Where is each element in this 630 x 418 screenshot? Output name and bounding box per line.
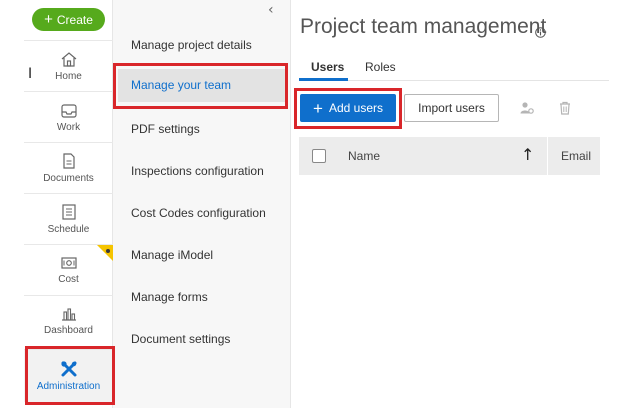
rail-item-documents[interactable]: Documents (24, 142, 113, 193)
column-header-email[interactable]: Email (561, 149, 591, 163)
add-users-label: Add users (328, 101, 383, 115)
rail-item-cost[interactable]: Cost (24, 244, 113, 295)
menu-item-cost-codes-configuration[interactable]: Cost Codes configuration (131, 206, 266, 220)
add-users-button[interactable]: + Add users (300, 94, 396, 122)
work-inbox-icon (60, 103, 77, 118)
menu-item-manage-your-team[interactable]: Manage your team (118, 69, 285, 102)
menu-item-manage-forms[interactable]: Manage forms (131, 290, 208, 304)
tab-users[interactable]: Users (311, 60, 344, 74)
select-all-checkbox[interactable] (312, 149, 326, 163)
user-settings-button[interactable] (512, 94, 541, 122)
dashboard-icon (61, 308, 76, 321)
collapse-chevron-icon[interactable]: ‹ (268, 2, 274, 18)
module-rail: + Create Home Work Documents Schedule Co… (24, 0, 113, 408)
menu-item-manage-project-details[interactable]: Manage project details (131, 38, 252, 52)
rail-item-label: Work (56, 121, 81, 133)
delete-button[interactable] (550, 94, 579, 122)
rail-item-dashboard[interactable]: Dashboard (24, 295, 113, 346)
menu-item-pdf-settings[interactable]: PDF settings (131, 122, 200, 136)
page-title: Project team management (300, 15, 547, 38)
rail-item-label: Dashboard (44, 325, 93, 336)
home-icon (61, 51, 76, 67)
admin-menu: Manage project details Manage your team … (113, 0, 291, 408)
column-divider (547, 137, 548, 175)
cost-icon (60, 257, 77, 269)
tab-bar: Users Roles (299, 56, 609, 81)
user-gear-icon (520, 102, 534, 114)
tab-roles[interactable]: Roles (365, 60, 396, 74)
schedule-icon (61, 204, 76, 220)
plus-icon: + (44, 11, 53, 28)
menu-item-manage-imodel[interactable]: Manage iModel (131, 248, 213, 262)
active-tab-indicator (299, 78, 348, 81)
rail-item-label: Documents (43, 173, 94, 184)
rail-item-label: Administration (36, 381, 101, 392)
rail-item-label: Schedule (47, 224, 90, 235)
text-cursor-icon: I (28, 66, 33, 82)
document-icon (62, 153, 75, 169)
rail-item-home[interactable]: Home (24, 40, 113, 91)
table-header: Name ↑ Email (299, 137, 600, 175)
notification-badge (97, 245, 113, 261)
menu-item-inspections-configuration[interactable]: Inspections configuration (131, 164, 264, 178)
create-button-label: Create (56, 12, 93, 27)
plus-icon: + (313, 98, 323, 118)
rail-item-work[interactable]: Work (24, 91, 113, 142)
create-button[interactable]: + Create (32, 8, 105, 31)
column-header-name[interactable]: Name (348, 149, 380, 163)
sort-arrow-up-icon[interactable]: ↑ (521, 145, 534, 164)
rail-item-administration[interactable]: Administration (24, 349, 113, 402)
rail-item-schedule[interactable]: Schedule (24, 193, 113, 244)
menu-item-document-settings[interactable]: Document settings (131, 332, 230, 346)
rail-item-label: Cost (58, 274, 79, 285)
info-icon[interactable] (535, 27, 546, 38)
trash-icon (559, 101, 570, 115)
rail-item-label: Home (55, 70, 82, 82)
import-users-button[interactable]: Import users (404, 94, 499, 122)
tools-icon (60, 361, 76, 377)
